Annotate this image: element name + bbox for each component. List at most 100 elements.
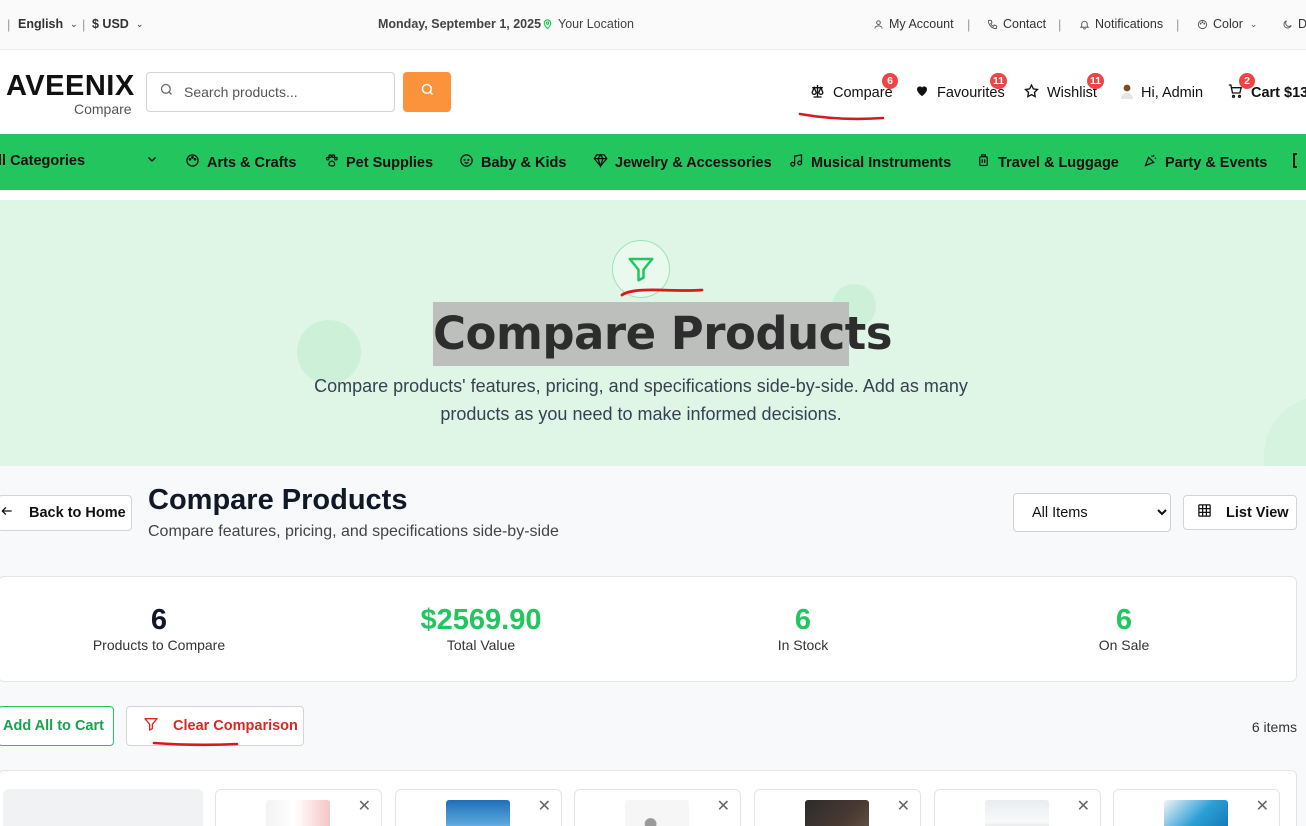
category-label: Party & Events [1165,154,1268,171]
product-card[interactable]: ✕ [754,789,921,826]
color-label: Color [1213,17,1243,31]
page-subtitle: Compare features, pricing, and specifica… [148,523,559,540]
color-selector[interactable]: Color ⌄ [1196,17,1257,31]
product-image [1164,800,1228,826]
category-label: Pet Supplies [346,154,434,171]
add-all-to-cart-button[interactable]: Add All to Cart [0,706,114,746]
divider: | [7,17,11,32]
stat-value: 6 [794,604,812,636]
product-card[interactable]: ✕ [574,789,741,826]
palette-icon [185,153,200,172]
product-card[interactable]: ✕ [395,789,562,826]
add-all-label: Add All to Cart [3,718,104,734]
back-label: Back to Home [29,505,126,521]
top-utility-bar: | English ⌄ | $ USD ⌄ Monday, September … [0,0,1306,50]
clear-comparison-button[interactable]: Clear Comparison [126,706,304,746]
close-icon[interactable]: ✕ [897,796,910,816]
divider: | [1058,17,1062,32]
product-image [625,800,689,826]
close-icon[interactable]: ✕ [717,796,730,816]
contact-label: Contact [1003,17,1047,31]
stat-products-count: 6 Products to Compare [49,603,269,653]
items-count: 6 items [1251,719,1297,735]
date-label: Monday, September 1, 2025 [378,17,542,31]
grid-icon [1197,503,1212,522]
dark-mode-label: D [1298,17,1306,31]
dark-mode-toggle[interactable]: D [1281,17,1306,31]
currency-label: $ USD [92,17,129,31]
decorative-circle [1264,396,1306,466]
map-pin-icon [541,18,554,31]
search-button[interactable] [403,72,451,112]
phone-icon [986,18,999,31]
category-label: Travel & Luggage [998,154,1119,171]
search-icon [420,82,435,102]
stat-label: Products to Compare [92,637,226,653]
user-menu[interactable]: Hi, Admin [1120,83,1203,103]
category-baby-kids[interactable]: Baby & Kids [459,153,566,172]
category-party-events[interactable]: Party & Events [1143,153,1267,172]
product-image [266,800,330,826]
category-pet-supplies[interactable]: Pet Supplies [324,153,433,172]
language-label: English [18,17,64,31]
currency-selector[interactable]: $ USD ⌄ [92,17,143,31]
hero-description: Compare products' features, pricing, and… [314,376,968,424]
list-view-label: List View [1226,504,1289,521]
stat-value: 6 [1115,604,1133,636]
avatar [1120,83,1134,103]
stat-label: On Sale [1098,637,1150,653]
stat-label: Total Value [446,637,516,653]
product-image [985,800,1049,826]
category-jewelry-accessories[interactable]: Jewelry & Accessories [593,153,772,172]
notifications-link[interactable]: Notifications [1078,17,1163,31]
compare-label: Compare [833,85,893,101]
site-logo[interactable]: AVEENIX [6,70,135,103]
list-view-button[interactable]: List View [1183,495,1297,530]
cart-link[interactable]: Cart $139 2 [1227,73,1306,103]
product-card[interactable]: ✕ [934,789,1101,826]
location-link[interactable]: Your Location [541,17,634,31]
category-arts-crafts[interactable]: Arts & Crafts [185,153,296,172]
party-popper-icon [1143,153,1158,172]
palette-icon [1196,18,1209,31]
chevron-down-icon[interactable] [146,153,158,165]
category-label: Jewelry & Accessories [615,154,772,171]
compare-section: Back to Home Compare Products Compare fe… [0,466,1306,826]
category-musical-instruments[interactable]: Musical Instruments [789,153,951,172]
close-icon[interactable]: ✕ [1077,796,1090,816]
all-categories-dropdown[interactable]: ll Categories [0,153,85,169]
chevron-down-icon: ⌄ [135,18,144,29]
page-title: Compare Products [148,484,408,516]
heart-icon [914,83,930,102]
back-to-home-button[interactable]: Back to Home [0,495,132,531]
contact-link[interactable]: Contact [986,17,1046,31]
moon-icon [1281,18,1294,31]
label-column-placeholder [3,789,203,826]
product-image [446,800,510,826]
divider: | [1176,17,1180,32]
luggage-icon [976,153,991,172]
close-icon[interactable]: ✕ [1256,796,1269,816]
favourites-link[interactable]: Favourites 11 [914,73,1008,102]
search-input[interactable] [184,84,384,100]
close-icon[interactable]: ✕ [538,796,551,816]
product-card[interactable]: ✕ [215,789,382,826]
favourites-count-badge: 11 [990,73,1008,89]
close-icon[interactable]: ✕ [358,796,371,816]
hero-banner: Compare Products Compare products' featu… [0,200,1306,466]
language-selector[interactable]: English ⌄ [18,17,78,31]
compare-link[interactable]: Compare 6 [809,73,898,103]
filter-select[interactable]: All Items [1013,493,1171,532]
gem-icon [593,153,608,172]
stat-value: 6 [150,604,168,636]
main-header: AVEENIX Compare Compare 6 Favourites 11 … [0,50,1306,134]
music-note-icon [789,153,804,172]
category-travel-luggage[interactable]: Travel & Luggage [976,153,1119,172]
product-card[interactable]: ✕ [1113,789,1280,826]
cart-count-badge: 2 [1239,73,1255,89]
stat-total-value: $2569.90 Total Value [371,603,591,653]
my-account-link[interactable]: My Account [872,17,954,31]
star-icon [1023,83,1040,103]
more-categories-icon[interactable] [1293,153,1303,168]
wishlist-link[interactable]: Wishlist 11 [1023,73,1105,103]
